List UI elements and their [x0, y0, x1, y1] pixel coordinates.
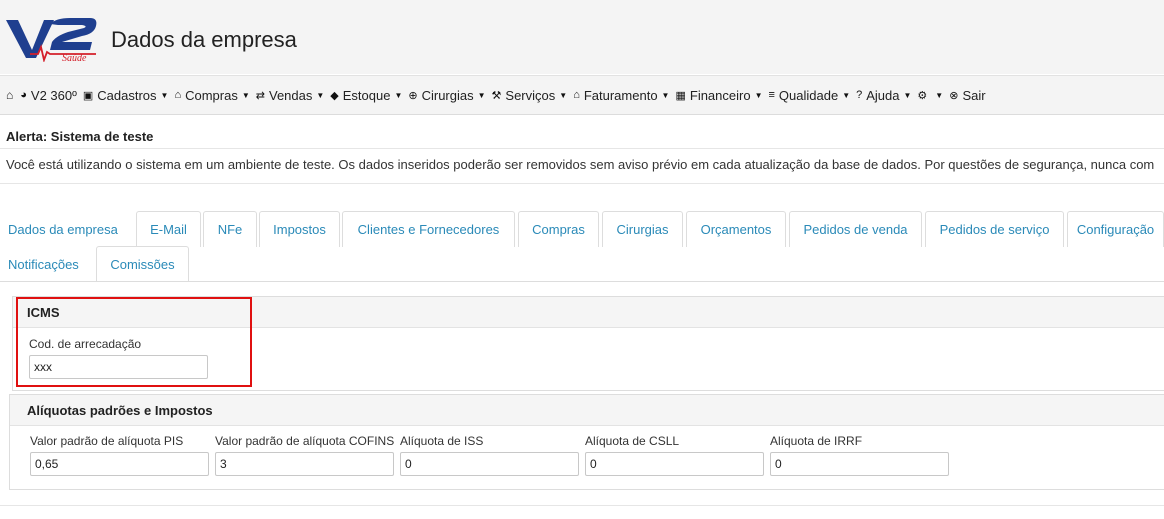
close-circle-icon: ⊗ — [949, 89, 959, 102]
alert-title: Alerta: Sistema de teste — [6, 129, 154, 144]
main-navbar: ⌂ ◕ V2 360º ▣ Cadastros ▼ ⌂ Compras ▼ ⇄ Vendas ▼ ◆ E… — [0, 75, 1164, 115]
tab-notifica-es[interactable]: Notificações — [0, 246, 92, 282]
nav-item-label: V2 360º — [30, 87, 77, 103]
cod-arrecadacao-input[interactable] — [29, 355, 208, 379]
swap-icon: ⇄ — [255, 89, 265, 102]
tab-clientes-e-fornecedores[interactable]: Clientes e Fornecedores — [342, 211, 515, 247]
list-icon: ≡ — [768, 89, 775, 101]
caret-down-icon: ▼ — [754, 90, 763, 100]
aliquota-label: Alíquota de IRRF — [770, 434, 863, 448]
caret-down-icon: ▼ — [903, 90, 912, 100]
caret-down-icon: ▼ — [160, 90, 169, 100]
nav-item-faturamento[interactable]: ⌂ Faturamento ▼ — [573, 88, 669, 103]
nav-item-estoque[interactable]: ◆ Estoque ▼ — [330, 88, 402, 103]
form-icon: ▣ — [82, 89, 94, 102]
tab-dados-da-empresa[interactable]: Dados da empresa — [0, 211, 132, 247]
nav-item-label: Ajuda — [866, 87, 900, 103]
aliquota-input[interactable] — [400, 452, 579, 476]
nav-item-cadastros[interactable]: ▣ Cadastros ▼ — [83, 88, 169, 103]
pie-chart-icon: ◕ — [20, 89, 27, 101]
question-icon: ? — [856, 89, 863, 101]
tab-or-amentos[interactable]: Orçamentos — [686, 211, 786, 247]
tab-nfe[interactable]: NFe — [203, 211, 257, 247]
gear-icon: ⚙ — [917, 89, 928, 102]
aliquota-input[interactable] — [770, 452, 949, 476]
tab-impostos[interactable]: Impostos — [259, 211, 340, 247]
aliquota-label: Valor padrão de alíquota COFINS — [215, 434, 395, 448]
alert-message: Você está utilizando o sistema em um amb… — [6, 157, 1155, 172]
nav-item-financeiro[interactable]: ▦ Financeiro ▼ — [675, 88, 762, 103]
calculator-icon: ▦ — [675, 89, 686, 102]
plus-circle-icon: ⊕ — [408, 89, 418, 102]
nav-item-vendas[interactable]: ⇄ Vendas ▼ — [256, 88, 325, 103]
nav-item-label: Qualidade — [778, 87, 839, 103]
home-icon[interactable]: ⌂ — [6, 88, 13, 102]
tab-e-mail[interactable]: E-Mail — [136, 211, 201, 247]
aliquota-label: Alíquota de CSLL — [585, 434, 680, 448]
caret-down-icon: ▼ — [316, 90, 325, 100]
nav-item-label: Serviços — [505, 87, 556, 103]
caret-down-icon: ▼ — [935, 90, 944, 100]
nav-item-label: Financeiro — [689, 87, 751, 103]
wrench-icon: ⚒ — [491, 89, 502, 102]
caret-down-icon: ▼ — [559, 90, 568, 100]
caret-down-icon: ▼ — [661, 90, 670, 100]
caret-down-icon: ▼ — [241, 90, 250, 100]
caret-down-icon: ▼ — [477, 90, 486, 100]
icms-panel: ICMS Cod. de arrecadação — [12, 296, 1164, 391]
cod-arrecadacao-label: Cod. de arrecadação — [29, 337, 142, 351]
divider — [0, 183, 1164, 184]
icms-heading: ICMS — [13, 297, 1164, 328]
aliquota-input[interactable] — [30, 452, 209, 476]
nav-item-compras[interactable]: ⌂ Compras ▼ — [174, 88, 249, 103]
nav-item-label: Sair — [962, 87, 986, 103]
nav-item-label: Compras — [185, 87, 238, 103]
nav-item-sair[interactable]: ⊗ Sair — [949, 88, 985, 103]
nav-item-label: Faturamento — [583, 87, 658, 103]
nav-item-settings[interactable]: ⚙ ▼ — [917, 89, 943, 102]
aliquota-label: Alíquota de ISS — [400, 434, 484, 448]
nav-item-cirurgias[interactable]: ⊕ Cirurgias ▼ — [408, 88, 485, 103]
page-title: Dados da empresa — [111, 27, 297, 52]
divider — [0, 505, 1164, 506]
aliquota-input[interactable] — [585, 452, 764, 476]
aliquotas-heading: Alíquotas padrões e Impostos — [10, 395, 1164, 426]
tag-icon: ◆ — [330, 89, 339, 102]
svg-text:Saúde: Saúde — [62, 53, 87, 62]
nav-item-label: Estoque — [342, 87, 391, 103]
tab-pedidos-de-venda[interactable]: Pedidos de venda — [789, 211, 922, 247]
nav-item-label: Vendas — [268, 87, 313, 103]
tab-compras[interactable]: Compras — [518, 211, 599, 247]
bank-icon: ⌂ — [573, 89, 580, 101]
caret-down-icon: ▼ — [842, 90, 851, 100]
tab-pedidos-de-servi-o[interactable]: Pedidos de serviço — [925, 211, 1064, 247]
divider — [0, 148, 1164, 149]
bank-icon: ⌂ — [174, 89, 182, 101]
aliquotas-panel: Alíquotas padrões e Impostos Valor padrã… — [9, 394, 1164, 490]
nav-item-v2-360-[interactable]: ◕ V2 360º — [20, 88, 77, 103]
tab-comiss-es[interactable]: Comissões — [96, 246, 189, 282]
nav-item-servi-os[interactable]: ⚒ Serviços ▼ — [492, 88, 568, 103]
nav-item-qualidade[interactable]: ≡ Qualidade ▼ — [769, 88, 851, 103]
app-header: Saúde Dados da empresa — [0, 0, 1164, 74]
aliquota-label: Valor padrão de alíquota PIS — [30, 434, 184, 448]
nav-item-label: Cadastros — [97, 87, 157, 103]
tabs-border — [0, 281, 1164, 282]
v2-saude-logo[interactable]: Saúde — [4, 14, 100, 62]
aliquota-input[interactable] — [215, 452, 394, 476]
tab-cirurgias[interactable]: Cirurgias — [602, 211, 683, 247]
nav-item-label: Cirurgias — [421, 87, 474, 103]
caret-down-icon: ▼ — [394, 90, 403, 100]
tab-configura-o[interactable]: Configuração — [1067, 211, 1164, 247]
nav-item-ajuda[interactable]: ? Ajuda ▼ — [856, 88, 911, 103]
